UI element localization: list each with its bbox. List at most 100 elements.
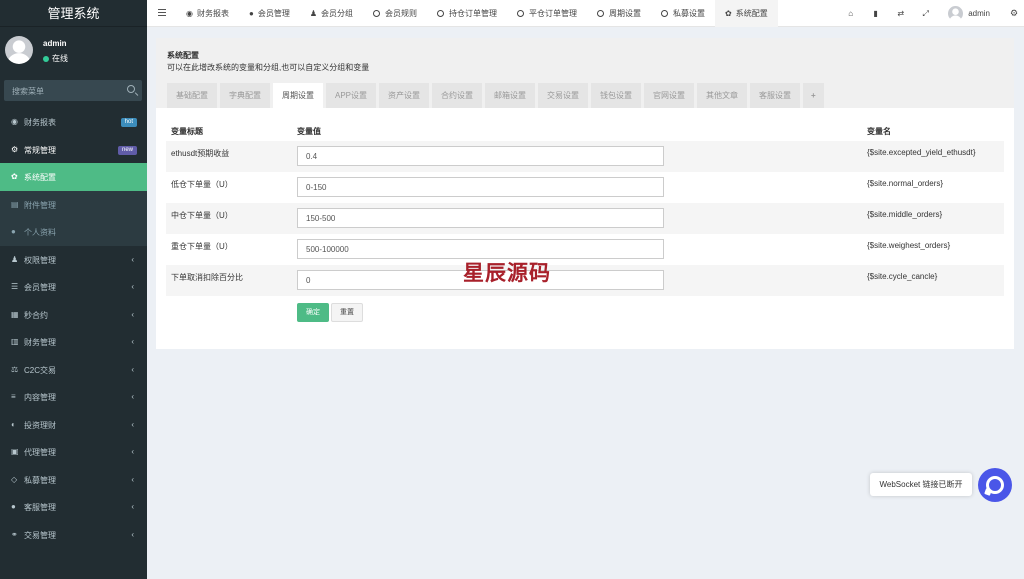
- variable-value-input[interactable]: [297, 146, 664, 166]
- calendar-icon: ▦: [11, 309, 19, 319]
- table-row: 低仓下单量（U） {$site.normal_orders}: [166, 172, 1004, 203]
- briefcase-icon: ▣: [11, 447, 19, 456]
- sidebar-item-label: 附件管理: [24, 200, 56, 210]
- translate-icon[interactable]: ⇄: [888, 0, 913, 27]
- top-tab-closed-orders[interactable]: 平仓订单管理: [507, 0, 587, 27]
- tab-app[interactable]: APP设置: [326, 83, 377, 108]
- form-actions: 确定 重置: [297, 303, 363, 322]
- top-tab-label: 财务报表: [196, 9, 229, 18]
- sidebar-item-agents[interactable]: ▣ 代理管理 ‹: [0, 438, 147, 466]
- row-variable-name: {$site.middle_orders}: [862, 203, 1004, 234]
- home-icon[interactable]: ⌂: [838, 0, 863, 27]
- chevron-left-icon: ‹: [131, 364, 134, 374]
- config-table: 变量标题 变量值 变量名 ethusdt预期收益 {$site.excepted…: [166, 122, 1004, 296]
- cogs-icon: ⚙: [11, 144, 19, 154]
- settings-gear-icon[interactable]: ⚙: [1004, 8, 1024, 19]
- file-image-icon: ▤: [11, 199, 19, 209]
- sidebar-item-label: 私募管理: [24, 475, 56, 485]
- variable-value-input[interactable]: [297, 239, 664, 259]
- row-title: 低仓下单量（U）: [171, 180, 233, 189]
- top-tab-label: 系统配置: [735, 9, 768, 18]
- confirm-button[interactable]: 确定: [297, 303, 329, 322]
- sidebar-item-permissions[interactable]: ♟ 权限管理 ‹: [0, 246, 147, 274]
- column-header-title: 变量标题: [171, 127, 203, 136]
- sidebar-search-input[interactable]: 搜索菜单: [4, 80, 142, 101]
- circle-icon: [373, 10, 380, 17]
- circle-icon: [661, 10, 668, 17]
- chat-support-button[interactable]: [978, 468, 1012, 502]
- top-tabs: ◉ 财务报表 ● 会员管理 ♟ 会员分组 会员规则 持仓订单管理 平仓订单管理 周期设…: [176, 0, 778, 27]
- tab-wallet[interactable]: 钱包设置: [591, 83, 642, 108]
- sidebar-item-financial-report[interactable]: ◉ 财务报表 hot: [0, 108, 147, 136]
- header-username[interactable]: admin: [968, 9, 990, 18]
- user-status-label: 在线: [52, 54, 68, 63]
- search-icon[interactable]: [127, 85, 135, 93]
- row-value-cell: [292, 234, 862, 265]
- sidebar-item-second-contract[interactable]: ▦ 秒合约 ‹: [0, 301, 147, 329]
- tab-dictionary[interactable]: 字典配置: [220, 83, 270, 108]
- sidebar-item-investment[interactable]: ◐ 投资理财 ‹: [0, 411, 147, 439]
- sidebar-item-label: 代理管理: [24, 448, 56, 457]
- header-tools: ⌂ ▮ ⇄ ⤢ admin ⚙: [838, 0, 1024, 27]
- top-tab-private-settings[interactable]: 私募设置: [651, 0, 715, 27]
- sidebar-item-members[interactable]: ☰ 会员管理 ‹: [0, 273, 147, 301]
- online-dot-icon: [43, 55, 49, 62]
- row-title: 重仓下单量（U）: [171, 242, 233, 251]
- sidebar-item-general-management[interactable]: ⚙ 常规管理 new: [0, 136, 147, 164]
- row-value-cell: [292, 172, 862, 203]
- add-tab-button[interactable]: +: [803, 83, 824, 108]
- sidebar-item-label: C2C交易: [24, 365, 57, 375]
- tab-customer-service[interactable]: 客服设置: [750, 83, 801, 108]
- sidebar-item-attachments[interactable]: ▤ 附件管理: [0, 190, 147, 218]
- chevron-left-icon: ‹: [131, 529, 134, 539]
- fullscreen-icon[interactable]: ⤢: [913, 0, 938, 27]
- tab-website[interactable]: 官网设置: [644, 83, 695, 108]
- tab-trading[interactable]: 交易设置: [538, 83, 589, 108]
- sidebar-item-c2c[interactable]: ⚖ C2C交易 ‹: [0, 356, 147, 384]
- menu-toggle-icon[interactable]: [158, 9, 166, 16]
- top-tab-member-rules[interactable]: 会员规则: [363, 0, 427, 27]
- avatar[interactable]: [5, 36, 33, 64]
- top-tab-label: 平仓订单管理: [529, 9, 577, 18]
- sidebar-item-customer-service[interactable]: ● 客服管理 ‹: [0, 493, 147, 521]
- tab-basic[interactable]: 基础配置: [167, 83, 217, 108]
- variable-value-input[interactable]: [297, 208, 664, 228]
- config-panel: 系统配置 可以在此增改系统的变量和分组,也可以自定义分组和变量 基础配置 字典配…: [156, 38, 1014, 349]
- sidebar-item-profile[interactable]: ● 个人资料: [0, 218, 147, 246]
- page-description: 可以在此增改系统的变量和分组,也可以自定义分组和变量: [167, 63, 370, 72]
- sidebar-item-content[interactable]: ≡ 内容管理 ‹: [0, 383, 147, 411]
- user-icon: ●: [11, 227, 16, 236]
- new-badge: new: [117, 145, 137, 155]
- top-navbar: ◉ 财务报表 ● 会员管理 ♟ 会员分组 会员规则 持仓订单管理 平仓订单管理 周期设…: [147, 0, 1024, 27]
- top-tab-open-orders[interactable]: 持仓订单管理: [427, 0, 507, 27]
- top-tab-member-groups[interactable]: ♟ 会员分组: [300, 0, 363, 27]
- top-tab-cycle-settings[interactable]: 周期设置: [587, 0, 651, 27]
- sidebar-item-label: 财务管理: [24, 338, 56, 347]
- header-avatar[interactable]: [948, 6, 964, 21]
- table-row: 重仓下单量（U） {$site.weighest_orders}: [166, 234, 1004, 265]
- chevron-left-icon: ‹: [131, 392, 134, 401]
- variable-value-input[interactable]: [297, 177, 664, 197]
- row-title: 下单取消扣除百分比: [166, 265, 292, 296]
- top-tab-members[interactable]: ● 会员管理: [239, 0, 300, 27]
- tab-other-articles[interactable]: 其他文章: [697, 83, 748, 108]
- sidebar-item-system-config[interactable]: ✿ 系统配置: [0, 163, 147, 191]
- sidebar-item-label: 交易管理: [24, 530, 56, 540]
- top-tab-financial-report[interactable]: ◉ 财务报表: [176, 0, 239, 27]
- trash-icon[interactable]: ▮: [863, 0, 888, 27]
- sidebar-item-private-placement[interactable]: ◇ 私募管理 ‹: [0, 466, 147, 494]
- sidebar-item-label: 秒合约: [24, 310, 48, 320]
- database-icon: ▥: [11, 337, 19, 346]
- tab-assets[interactable]: 资产设置: [379, 83, 430, 108]
- reset-button[interactable]: 重置: [331, 303, 363, 322]
- tab-contract[interactable]: 合约设置: [432, 83, 483, 108]
- sidebar-item-finance[interactable]: ▥ 财务管理 ‹: [0, 328, 147, 356]
- sidebar-item-label: 投资理财: [24, 420, 56, 430]
- tab-email[interactable]: 邮箱设置: [485, 83, 536, 108]
- row-variable-name: {$site.excepted_yield_ethusdt}: [862, 141, 1004, 172]
- comment-icon: ●: [11, 502, 16, 511]
- panel-heading: 系统配置 可以在此增改系统的变量和分组,也可以自定义分组和变量 基础配置 字典配…: [156, 38, 1014, 108]
- tab-cycle[interactable]: 周期设置: [273, 83, 323, 108]
- sidebar-item-trading[interactable]: ⚭ 交易管理 ‹: [0, 521, 147, 549]
- top-tab-system-config[interactable]: ✿ 系统配置: [715, 0, 778, 27]
